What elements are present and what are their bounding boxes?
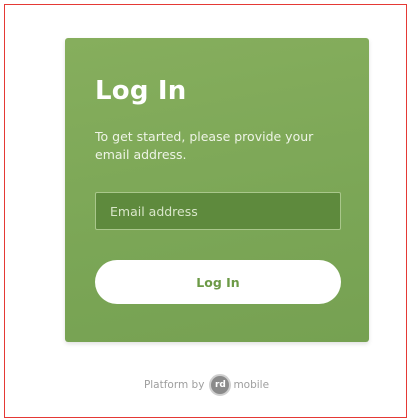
rd-mobile-logo[interactable]: rd mobile (209, 374, 269, 396)
login-subtitle: To get started, please provide your emai… (95, 129, 314, 162)
platform-footer: Platform by rd mobile (5, 371, 408, 399)
page-frame: Log In To get started, please provide yo… (4, 4, 407, 418)
platform-label: Platform by (143, 379, 205, 391)
login-button[interactable]: Log In (95, 260, 341, 304)
login-title: Log In (95, 76, 187, 106)
email-field[interactable] (95, 192, 341, 230)
rd-logo-icon: rd (209, 374, 232, 396)
login-card: Log In To get started, please provide yo… (65, 38, 369, 342)
brand-wordmark: mobile (233, 379, 270, 391)
